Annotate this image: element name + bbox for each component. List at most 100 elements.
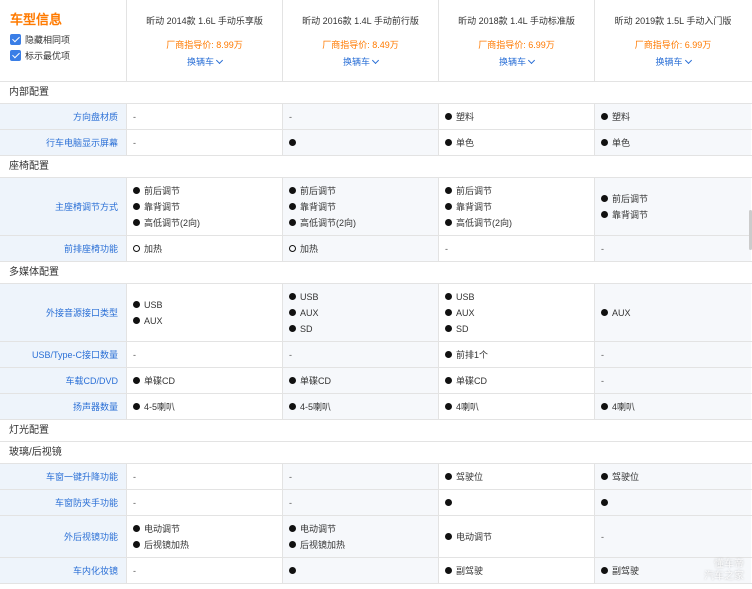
chevron-down-icon [684, 56, 692, 65]
spec-value-text: 副驾驶 [456, 566, 484, 576]
hide-same-option[interactable]: 隐藏相同项 [10, 31, 126, 47]
not-available-mark: - [445, 243, 448, 254]
spec-value-text: 单碟CD [144, 376, 175, 386]
spec-value-text: 后视镜加热 [144, 540, 190, 550]
page-title: 车型信息 [10, 12, 63, 27]
switch-car-button[interactable]: 换辆车 [127, 56, 282, 68]
spec-value-text: USB [456, 291, 475, 302]
spec-value: AUX [133, 313, 282, 329]
spec-label: 外后视镜功能 [0, 516, 127, 557]
spec-value: 后视镜加热 [133, 537, 282, 553]
standard-dot-icon [289, 139, 296, 146]
car-column-1: 昕动 2014款 1.6L 手动乐享版 厂商指导价: 8.99万 换辆车 [127, 0, 283, 81]
not-available-mark: - [601, 375, 604, 386]
spec-value-text: 前排1个 [456, 350, 489, 360]
spec-cell: 驾驶位 [595, 464, 751, 489]
spec-row: 车窗一键升降功能 - - 驾驶位 驾驶位 [0, 464, 752, 490]
standard-dot-icon [289, 567, 296, 574]
car-column-4: 昕动 2019款 1.5L 手动入门版 厂商指导价: 6.99万 换辆车 [595, 0, 751, 81]
spec-value-text: USB [144, 299, 163, 310]
spec-value-text: 塑料 [456, 112, 475, 122]
spec-value: 驾驶位 [601, 469, 751, 485]
spec-value-text: 电动调节 [456, 532, 493, 542]
spec-value: USB [133, 297, 282, 313]
spec-cell: 副驾驶 [439, 558, 595, 583]
not-available-mark: - [133, 137, 136, 148]
spec-label: 车窗一键升降功能 [0, 464, 127, 489]
spec-value: 前后调节 [601, 191, 751, 207]
watermark-line-1: 懂车帝 [714, 559, 744, 570]
standard-dot-icon [289, 309, 296, 316]
spec-value-text: SD [456, 323, 469, 334]
spec-value-text: 高低调节(2向) [300, 218, 356, 228]
switch-car-label[interactable]: 换辆车 [187, 57, 214, 67]
car-price: 厂商指导价: 6.99万 [478, 40, 555, 50]
not-available-mark: - [289, 111, 292, 122]
standard-dot-icon [133, 403, 140, 410]
not-available-mark: - [133, 565, 136, 576]
spec-value: 前后调节 [133, 183, 282, 199]
spec-cell: 4喇叭 [439, 394, 595, 419]
spec-value: 后视镜加热 [289, 537, 438, 553]
spec-value: - [601, 373, 751, 389]
switch-car-button[interactable]: 换辆车 [439, 56, 594, 68]
car-price: 厂商指导价: 8.99万 [166, 40, 243, 50]
spec-row: 方向盘材质 - - 塑料 塑料 [0, 104, 752, 130]
standard-dot-icon [601, 309, 608, 316]
section-header: 多媒体配置 [0, 262, 752, 284]
spec-value: SD [289, 321, 438, 337]
standard-dot-icon [601, 139, 608, 146]
spec-value: - [133, 347, 282, 363]
spec-cell: 加热 [283, 236, 439, 261]
car-price: 厂商指导价: 6.99万 [634, 40, 712, 50]
switch-car-button[interactable]: 换辆车 [595, 56, 751, 68]
spec-value: AUX [289, 305, 438, 321]
spec-cell: - [439, 236, 595, 261]
spec-value [445, 495, 594, 511]
spec-label: 车窗防夹手功能 [0, 490, 127, 515]
car-name: 昕动 2016款 1.4L 手动前行版 [302, 16, 419, 26]
standard-dot-icon [445, 139, 452, 146]
car-price: 厂商指导价: 8.49万 [322, 40, 399, 50]
spec-cell: 前后调节 靠背调节 [595, 178, 751, 235]
standard-dot-icon [133, 541, 140, 548]
section-header: 玻璃/后视镜 [0, 442, 752, 464]
standard-dot-icon [445, 219, 452, 226]
mark-best-option[interactable]: 标示最优项 [10, 47, 126, 63]
not-available-mark: - [601, 531, 604, 542]
spec-value: - [601, 241, 751, 257]
spec-value-text: 高低调节(2向) [144, 218, 200, 228]
spec-row: 车载CD/DVD 单碟CD 单碟CD 单碟CD - [0, 368, 752, 394]
spec-row: 车内化妆镜 - 副驾驶 副驾驶 [0, 558, 752, 584]
spec-cell: 前后调节 靠背调节 高低调节(2向) [127, 178, 283, 235]
section-header: 座椅配置 [0, 156, 752, 178]
spec-cell: 单色 [439, 130, 595, 155]
switch-car-label[interactable]: 换辆车 [655, 57, 682, 67]
spec-row: 扬声器数量 4-5喇叭 4-5喇叭 4喇叭 4喇叭 [0, 394, 752, 420]
spec-value: 单碟CD [133, 373, 282, 389]
switch-car-button[interactable]: 换辆车 [283, 56, 438, 68]
switch-car-label[interactable]: 换辆车 [343, 57, 370, 67]
spec-label: 车内化妆镜 [0, 558, 127, 583]
spec-cell: - [595, 342, 751, 367]
spec-row: 外接音源接口类型 USB AUX USB AUX SD USB AUX SD AUX [0, 284, 752, 342]
not-available-mark: - [289, 471, 292, 482]
checkbox-checked-icon[interactable] [10, 33, 21, 45]
spec-value-text: 单色 [612, 138, 631, 148]
spec-value [289, 563, 438, 579]
spec-value-text: USB [300, 291, 319, 302]
standard-dot-icon [289, 325, 296, 332]
spec-value: 单色 [601, 135, 751, 151]
spec-label: USB/Type-C接口数量 [0, 342, 127, 367]
spec-cell [439, 490, 595, 515]
switch-car-label[interactable]: 换辆车 [499, 57, 526, 67]
spec-label: 行车电脑显示屏幕 [0, 130, 127, 155]
spec-label: 方向盘材质 [0, 104, 127, 129]
standard-dot-icon [445, 533, 452, 540]
spec-cell: 单碟CD [439, 368, 595, 393]
car-name: 昕动 2014款 1.6L 手动乐享版 [146, 16, 263, 26]
spec-cell: 单碟CD [283, 368, 439, 393]
spec-row: USB/Type-C接口数量 - - 前排1个 - [0, 342, 752, 368]
spec-value-text: 单色 [456, 138, 475, 148]
checkbox-checked-icon[interactable] [10, 49, 21, 61]
